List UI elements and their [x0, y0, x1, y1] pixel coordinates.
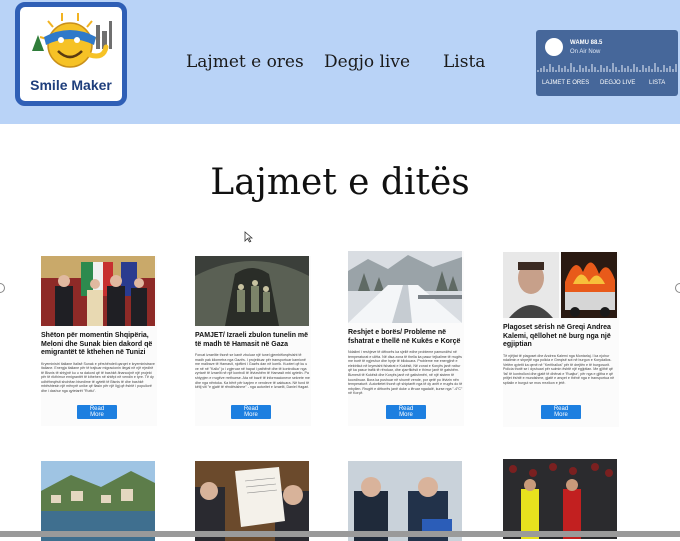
player-link-lajmet[interactable]: LAJMET E ORES	[542, 80, 589, 86]
news-image-football[interactable]	[503, 459, 617, 539]
news-title[interactable]: PAMJET/ Izraeli zbulon tunelin më të mad…	[195, 332, 311, 349]
waveform-icon	[537, 63, 677, 72]
right-edge-handle[interactable]	[675, 283, 680, 293]
nav-lista[interactable]: Lista	[443, 52, 485, 72]
news-image-tunnel[interactable]	[195, 256, 309, 326]
smile-maker-logo[interactable]: Smile Maker	[15, 2, 127, 106]
news-excerpt: Ndalimi i reshjeve të dëborës ka sjellë …	[348, 350, 463, 396]
nav-lajmet-e-ores[interactable]: Lajmet e ores	[186, 52, 304, 72]
play-button[interactable]	[545, 38, 563, 56]
site-header: Smile Maker Lajmet e ores Degjo live Lis…	[0, 0, 680, 124]
section-title: Lajmet e ditës	[210, 162, 470, 203]
news-card: PAMJET/ Izraeli zbulon tunelin më të mad…	[195, 256, 311, 426]
left-edge-handle[interactable]	[0, 283, 5, 293]
news-image-leaders[interactable]	[41, 256, 155, 326]
read-more-button[interactable]: Read More	[386, 405, 426, 419]
news-title[interactable]: Reshjet e borës/ Probleme në fshatrat e …	[348, 329, 464, 346]
read-more-button[interactable]: Read More	[541, 405, 581, 419]
mouse-cursor-icon	[244, 231, 253, 243]
news-excerpt: Të njëjtat të plagoset dhe Andrea Kalemi…	[503, 353, 615, 386]
logo-text: Smile Maker	[30, 77, 112, 93]
news-image-lake-town[interactable]	[41, 461, 155, 541]
bottom-scrollbar[interactable]	[0, 531, 680, 537]
news-excerpt: Kryeministri italiane Italisë Sunak e pë…	[41, 361, 155, 394]
radio-player[interactable]: WAMU 88.5 On Air Now LAJMET E ORES DEGJO…	[536, 30, 678, 96]
news-image-portrait-fire[interactable]	[503, 252, 617, 318]
read-more-button[interactable]: Read More	[77, 405, 117, 419]
player-link-lista[interactable]: LISTA	[649, 80, 665, 86]
player-link-degjo[interactable]: DEGJO LIVE	[600, 80, 635, 86]
news-title[interactable]: Shëton për momentin Shqipëria, Meloni dh…	[41, 332, 157, 358]
station-status: On Air Now	[570, 49, 601, 55]
news-card: Plagoset sërish në Greqi Andrea Kalemi, …	[503, 252, 619, 427]
station-name: WAMU 88.5	[570, 40, 603, 46]
news-card: Shëton për momentin Shqipëria, Meloni dh…	[41, 256, 157, 426]
read-more-button[interactable]: Read More	[231, 405, 271, 419]
news-image-snow[interactable]	[348, 251, 462, 323]
news-card: Reshjet e borës/ Probleme në fshatrat e …	[348, 251, 464, 426]
news-excerpt: Forcat izraelite thonë se kanë zbuluar n…	[195, 353, 310, 390]
news-title[interactable]: Plagoset sërish në Greqi Andrea Kalemi, …	[503, 324, 619, 350]
news-image-press[interactable]	[348, 461, 462, 541]
news-image-letter[interactable]	[195, 461, 309, 541]
nav-degjo-live[interactable]: Degjo live	[324, 52, 410, 72]
